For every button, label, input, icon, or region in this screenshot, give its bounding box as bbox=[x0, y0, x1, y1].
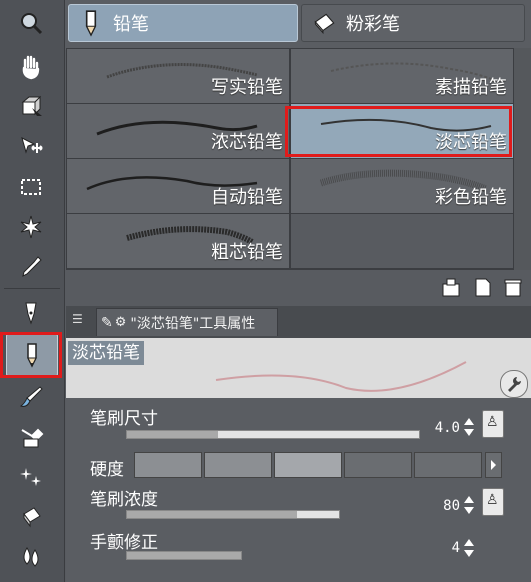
brush-size-label: 笔刷尺寸 bbox=[90, 409, 158, 429]
list-item[interactable]: 自动铅笔 bbox=[67, 159, 289, 213]
selection-icon[interactable] bbox=[9, 170, 53, 204]
tab-label: 粉彩笔 bbox=[346, 14, 400, 35]
list-item[interactable]: 淡芯铅笔 bbox=[291, 104, 513, 158]
stabilization-value: 4 bbox=[451, 540, 460, 556]
brush-name: 粗芯铅笔 bbox=[211, 242, 283, 263]
tab-title: "淡芯铅笔"工具属性 bbox=[130, 315, 256, 332]
list-item[interactable]: 粗芯铅笔 bbox=[67, 214, 289, 268]
auto-select-icon[interactable] bbox=[9, 210, 53, 244]
stabilization-spinner[interactable] bbox=[463, 537, 475, 559]
pencil-icon bbox=[27, 343, 37, 368]
brush-density-label: 笔刷浓度 bbox=[90, 490, 158, 510]
list-item[interactable]: 彩色铅笔 bbox=[291, 159, 513, 213]
wrench-icon[interactable] bbox=[500, 370, 528, 398]
brush-name: 淡芯铅笔 bbox=[435, 132, 507, 153]
brush-size-spinner[interactable] bbox=[463, 416, 475, 438]
brush-density-slider[interactable] bbox=[126, 510, 340, 519]
brush-name: 写实铅笔 bbox=[211, 77, 283, 98]
hardness-segment[interactable] bbox=[134, 452, 202, 478]
eyedropper-icon[interactable] bbox=[9, 250, 53, 284]
subtool-list: 写实铅笔 素描铅笔 浓芯铅笔 淡芯铅笔 自动铅笔 彩色铅笔 粗芯铅笔 bbox=[66, 48, 514, 270]
pressure-button[interactable]: ♙ bbox=[482, 410, 504, 438]
pen-icon[interactable] bbox=[9, 296, 53, 330]
hardness-segment[interactable] bbox=[344, 452, 412, 478]
preview-label: 淡芯铅笔 bbox=[68, 341, 144, 365]
pencil-icon bbox=[85, 10, 97, 37]
blend-icon[interactable] bbox=[9, 540, 53, 574]
hardness-segment[interactable] bbox=[274, 452, 342, 478]
hardness-label: 硬度 bbox=[90, 460, 124, 480]
zoom-icon[interactable] bbox=[9, 6, 53, 40]
menu-icon[interactable]: ☰ bbox=[72, 312, 83, 326]
brush-name: 自动铅笔 bbox=[211, 187, 283, 208]
pencil-icon: ✎ bbox=[101, 314, 113, 331]
list-item[interactable]: 写实铅笔 bbox=[67, 49, 289, 103]
list-item[interactable]: 浓芯铅笔 bbox=[67, 104, 289, 158]
delete-icon[interactable] bbox=[502, 276, 524, 298]
brush-density-value: 80 bbox=[443, 498, 460, 514]
pencil-tool-button[interactable] bbox=[6, 334, 58, 376]
brush-size-slider[interactable] bbox=[126, 430, 420, 439]
chevron-right-icon[interactable] bbox=[485, 452, 502, 478]
tab-tool-property[interactable]: ✎ ⚙ "淡芯铅笔"工具属性 bbox=[96, 308, 278, 336]
subtool-scrollbar[interactable] bbox=[514, 48, 531, 270]
empty-slot bbox=[291, 214, 513, 268]
hand-icon[interactable] bbox=[9, 50, 53, 84]
stabilization-label: 手颤修正 bbox=[90, 533, 158, 553]
brush-density-spinner[interactable] bbox=[463, 494, 475, 516]
brush-icon[interactable] bbox=[9, 380, 53, 414]
list-item[interactable]: 素描铅笔 bbox=[291, 49, 513, 103]
move-layer-icon[interactable] bbox=[9, 130, 53, 164]
tab-label: 铅笔 bbox=[113, 14, 149, 35]
brush-name: 素描铅笔 bbox=[435, 77, 507, 98]
tool-palette bbox=[0, 0, 65, 582]
tab-pastel[interactable]: 粉彩笔 bbox=[301, 4, 525, 42]
airbrush-icon[interactable] bbox=[9, 420, 53, 454]
stabilization-slider[interactable] bbox=[126, 551, 242, 560]
object-operation-icon[interactable] bbox=[9, 90, 53, 124]
subtool-group-tabs: 铅笔 粉彩笔 bbox=[65, 0, 531, 50]
new-brush-icon[interactable] bbox=[440, 276, 462, 298]
eraser-icon[interactable] bbox=[9, 500, 53, 534]
brush-size-value: 4.0 bbox=[434, 420, 460, 436]
hardness-segment[interactable] bbox=[204, 452, 272, 478]
copy-icon[interactable] bbox=[472, 276, 494, 298]
hardness-segment[interactable] bbox=[414, 452, 482, 478]
eraser-icon bbox=[314, 13, 335, 35]
brush-name: 彩色铅笔 bbox=[435, 187, 507, 208]
gear-icon: ⚙ bbox=[114, 315, 127, 330]
pressure-button[interactable]: ♙ bbox=[482, 488, 504, 516]
tab-pencil[interactable]: 铅笔 bbox=[68, 4, 298, 42]
subtool-footer bbox=[66, 270, 531, 306]
brush-name: 浓芯铅笔 bbox=[211, 132, 283, 153]
decoration-icon[interactable] bbox=[9, 460, 53, 494]
